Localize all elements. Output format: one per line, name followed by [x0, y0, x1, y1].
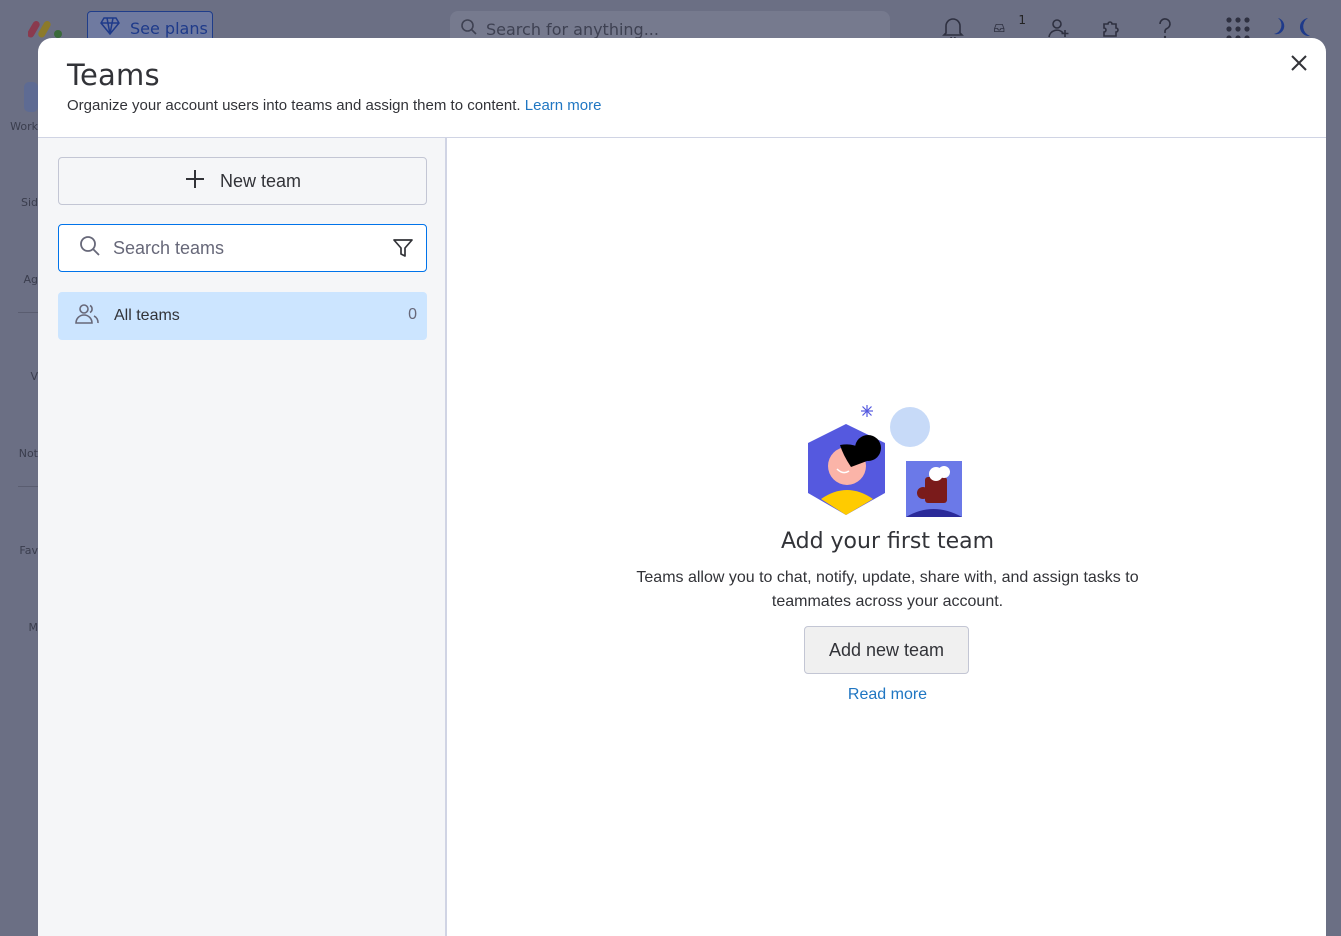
search-teams-field[interactable] [58, 224, 427, 272]
teams-illustration [807, 403, 967, 527]
people-icon [74, 302, 100, 331]
teams-empty-state: Add your first team Teams allow you to c… [449, 138, 1326, 936]
rail-item-fav[interactable]: Fav [0, 544, 38, 557]
rail-divider [18, 486, 38, 487]
rail-item-sid[interactable]: Sid [0, 196, 38, 209]
all-teams-item[interactable]: All teams 0 [58, 292, 427, 340]
rail-item-not[interactable]: Not [0, 447, 38, 460]
new-team-label: New team [219, 170, 302, 191]
see-plans-label: See plans [130, 18, 208, 38]
diamond-icon [100, 17, 120, 39]
read-more-link[interactable]: Read more [449, 686, 1326, 704]
empty-state-description: Teams allow you to chat, notify, update,… [636, 569, 1139, 610]
search-icon [79, 235, 101, 261]
teams-modal: Teams Organize your account users into t… [38, 38, 1326, 936]
add-new-team-button[interactable]: Add new team [804, 626, 969, 674]
plus-icon [184, 168, 206, 195]
inbox-badge: 1 [1018, 13, 1027, 27]
teams-sidebar: New team All teams 0 [38, 138, 447, 936]
rail-item-work[interactable]: Work [0, 120, 38, 133]
rail-item-ag[interactable]: Ag [0, 273, 38, 286]
close-button[interactable] [1286, 50, 1312, 76]
global-search-placeholder: Search for anything... [486, 19, 659, 39]
new-team-button[interactable]: New team [58, 157, 427, 205]
all-teams-label: All teams [114, 307, 180, 324]
modal-subtitle: Organize your account users into teams a… [67, 97, 601, 114]
rail-item-m[interactable]: M [0, 621, 39, 634]
rail-divider [18, 312, 38, 313]
modal-subtitle-text: Organize your account users into teams a… [67, 97, 521, 114]
empty-state-title: Add your first team [780, 529, 995, 554]
close-icon [1291, 55, 1307, 71]
left-rail: Work Sid Ag V Not Fav M [0, 56, 38, 936]
rail-item-v[interactable]: V [0, 370, 38, 383]
modal-title: Teams [67, 58, 160, 92]
monday-logo-icon [27, 16, 68, 40]
all-teams-count: 0 [408, 306, 417, 323]
modal-header: Teams Organize your account users into t… [38, 38, 1326, 138]
learn-more-link[interactable]: Learn more [525, 97, 602, 114]
filter-icon[interactable] [392, 237, 414, 263]
search-icon [460, 18, 478, 40]
search-teams-input[interactable] [113, 237, 383, 259]
rail-workspace-icon[interactable] [0, 82, 38, 112]
